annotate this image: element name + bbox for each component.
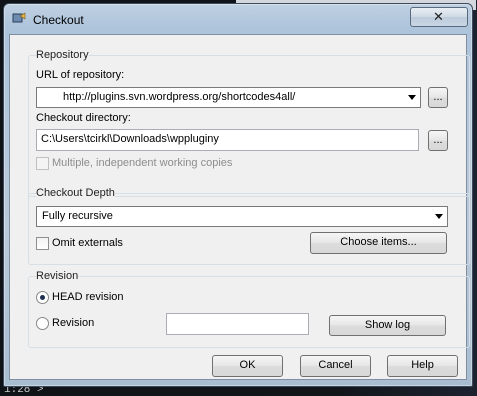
head-revision-radio[interactable]	[36, 291, 49, 304]
checkout-depth-value: Fully recursive	[42, 210, 113, 222]
checkout-directory-label: Checkout directory:	[36, 112, 131, 124]
revision-group	[28, 276, 470, 348]
revision-radio[interactable]	[36, 317, 49, 330]
show-log-button[interactable]: Show log	[329, 315, 446, 336]
dropdown-arrow-icon	[435, 214, 443, 219]
revision-label: Revision	[52, 317, 95, 329]
cancel-button[interactable]: Cancel	[300, 355, 371, 377]
window-title: Checkout	[33, 13, 84, 27]
choose-items-button[interactable]: Choose items...	[310, 232, 447, 254]
checkout-dialog: Checkout ✕ Repository URL of repository:…	[3, 3, 473, 387]
url-label: URL of repository:	[36, 69, 125, 81]
checkout-depth-select[interactable]: Fully recursive	[36, 206, 448, 227]
dialog-body: Repository URL of repository: http://plu…	[9, 34, 470, 380]
close-icon: ✕	[433, 9, 444, 24]
checkout-depth-group-label: Checkout Depth	[36, 187, 115, 199]
checkout-directory-input[interactable]: C:\Users\tcirkl\Downloads\wppluginy	[36, 129, 419, 151]
omit-externals-checkbox[interactable]	[36, 237, 49, 250]
omit-externals-label: Omit externals	[52, 237, 123, 249]
url-browse-button[interactable]: ...	[428, 87, 448, 108]
url-value: http://plugins.svn.wordpress.org/shortco…	[63, 91, 296, 103]
multiple-working-copies-label: Multiple, independent working copies	[52, 157, 233, 169]
checkout-directory-value: C:\Users\tcirkl\Downloads\wppluginy	[41, 133, 219, 145]
multiple-working-copies-checkbox[interactable]	[36, 157, 49, 170]
title-bar[interactable]: Checkout ✕	[4, 4, 472, 32]
repository-group-label: Repository	[36, 49, 89, 61]
dropdown-arrow-icon	[408, 95, 416, 100]
help-button[interactable]: Help	[387, 355, 458, 377]
close-button[interactable]: ✕	[410, 7, 468, 27]
checkout-depth-group	[28, 193, 470, 265]
ok-button[interactable]: OK	[212, 355, 283, 377]
head-revision-label: HEAD revision	[52, 291, 124, 303]
directory-browse-button[interactable]: ...	[428, 130, 448, 151]
revision-group-label: Revision	[36, 270, 79, 282]
radio-selected-dot	[40, 295, 45, 300]
url-combobox[interactable]: http://plugins.svn.wordpress.org/shortco…	[36, 87, 421, 108]
revision-input[interactable]	[166, 313, 309, 335]
svn-checkout-icon	[12, 12, 26, 23]
